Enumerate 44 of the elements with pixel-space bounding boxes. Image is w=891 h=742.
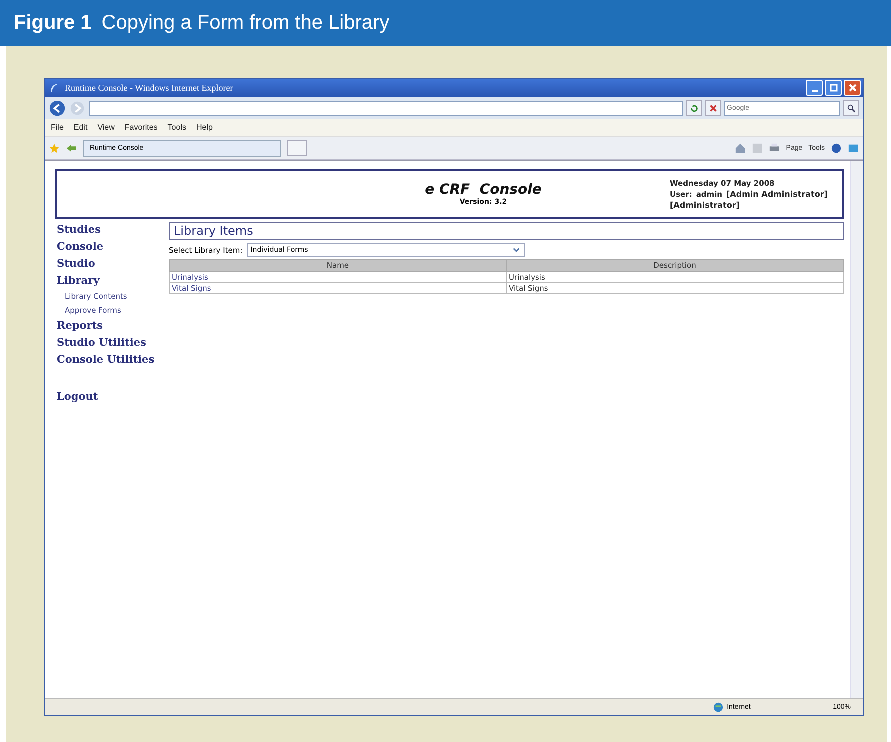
- menu-item[interactable]: Help: [196, 123, 213, 132]
- menu-item[interactable]: View: [98, 123, 115, 132]
- globe-icon: [713, 702, 724, 712]
- refresh-button[interactable]: [686, 100, 702, 116]
- minimize-button[interactable]: [806, 80, 823, 96]
- search-button[interactable]: [843, 100, 859, 116]
- maximize-button[interactable]: [825, 80, 842, 96]
- app-title: e CRF Console: [425, 182, 542, 198]
- window-title: Runtime Console - Windows Internet Explorer: [65, 83, 234, 93]
- section-heading: Library Items: [169, 222, 844, 240]
- browser-logo-icon: [49, 82, 61, 94]
- search-icon: [846, 104, 856, 112]
- print-icon[interactable]: [769, 142, 780, 154]
- home-icon[interactable]: [735, 142, 746, 154]
- figure-label: Figure 1: [14, 12, 92, 34]
- maximize-icon: [828, 83, 838, 93]
- nav-link[interactable]: Reports: [57, 318, 169, 335]
- scroll-bar[interactable]: [850, 161, 863, 698]
- nav-link[interactable]: Console Utilities: [57, 352, 169, 369]
- nav-link[interactable]: Library: [57, 273, 169, 290]
- close-button[interactable]: [844, 80, 861, 96]
- new-tab-button[interactable]: [287, 140, 307, 156]
- stop-icon: [708, 104, 718, 112]
- nav-link[interactable]: Studio: [57, 256, 169, 273]
- user-role: [Administrator]: [670, 200, 741, 210]
- stop-button[interactable]: [705, 100, 721, 116]
- nav-link[interactable]: Logout: [57, 389, 169, 406]
- favorites-star-icon[interactable]: [49, 142, 60, 154]
- caret-icon: [512, 246, 521, 254]
- nav-link[interactable]: Studies: [57, 222, 169, 239]
- add-favorite-icon[interactable]: [66, 142, 77, 154]
- menu-item[interactable]: Favorites: [124, 123, 158, 132]
- figure-caption: Copying a Form from the Library: [102, 12, 390, 34]
- refresh-icon: [690, 104, 698, 112]
- menu-item[interactable]: Tools: [168, 123, 186, 132]
- nav-link[interactable]: Console: [57, 239, 169, 256]
- minimize-icon: [812, 90, 818, 92]
- nav-link[interactable]: Studio Utilities: [57, 335, 169, 352]
- user-name: [Admin Administrator]: [726, 190, 828, 198]
- back-button[interactable]: [49, 100, 66, 116]
- close-icon: [848, 83, 858, 93]
- menu-item[interactable]: File: [51, 123, 64, 132]
- menu-item[interactable]: Edit: [74, 123, 88, 132]
- address-field[interactable]: [89, 100, 683, 116]
